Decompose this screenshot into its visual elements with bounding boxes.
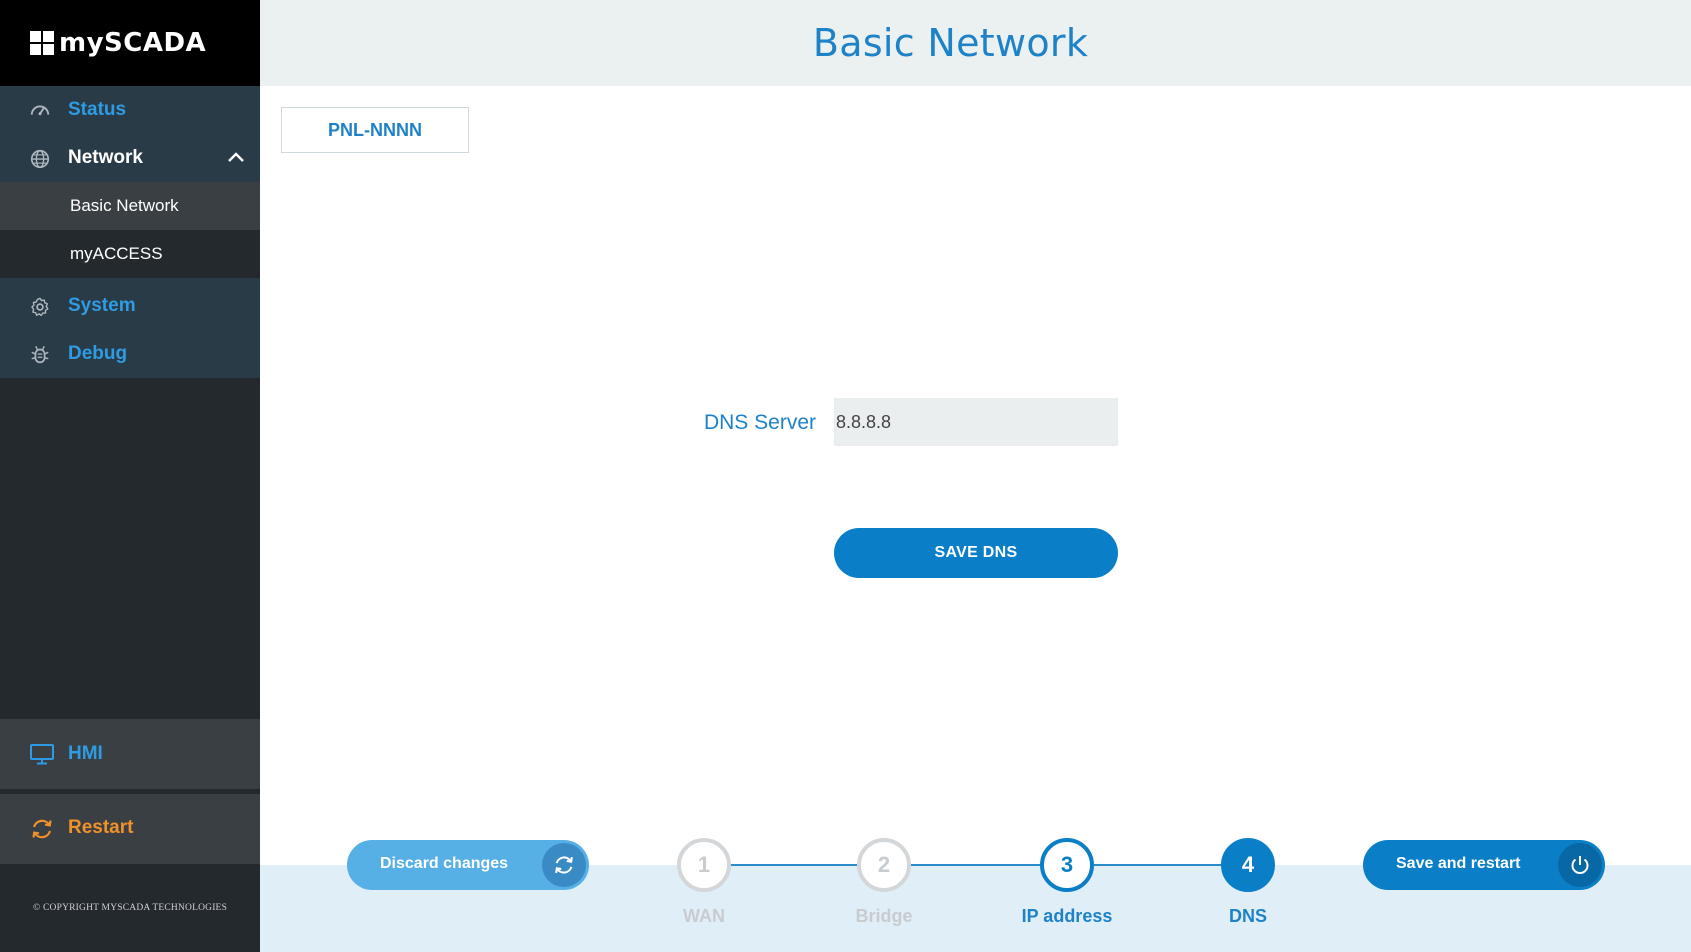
sidebar-item-hmi[interactable]: HMI	[0, 719, 260, 789]
page-header: Basic Network	[260, 0, 1691, 86]
sidebar-item-label: Debug	[68, 343, 128, 364]
bug-icon	[31, 346, 49, 364]
sidebar-restart-label: Restart	[68, 817, 134, 838]
device-tab[interactable]: PNL-NNNN	[281, 107, 469, 153]
sidebar-item-label: Status	[68, 99, 127, 120]
speedometer-icon	[30, 105, 50, 116]
step-label-ip-address: IP address	[1021, 906, 1113, 926]
refresh-icon	[555, 856, 573, 874]
step-2-bridge[interactable]: 2	[857, 838, 911, 892]
sidebar: mySCADA Status Network Basic Network myA…	[0, 0, 260, 952]
chevron-up-icon[interactable]	[226, 147, 246, 167]
step-connector	[731, 864, 858, 866]
dns-server-label: DNS Server	[703, 411, 816, 434]
step-3-ip-address[interactable]: 3	[1040, 838, 1094, 892]
sidebar-item-network[interactable]: Network	[0, 134, 260, 182]
save-and-restart-label: Save and restart	[1396, 855, 1521, 872]
sidebar-item-label: Network	[68, 147, 143, 168]
step-4-dns[interactable]: 4	[1221, 838, 1275, 892]
sidebar-item-restart[interactable]: Restart	[0, 794, 260, 864]
power-icon	[1571, 856, 1589, 874]
page-title: Basic Network	[812, 21, 1089, 65]
discard-changes-button[interactable]: Discard changes	[347, 840, 589, 890]
step-connector	[1094, 864, 1225, 866]
refresh-icon	[32, 819, 52, 839]
sidebar-subitem-basic-network[interactable]: Basic Network	[0, 182, 260, 230]
step-1-wan[interactable]: 1	[677, 838, 731, 892]
save-and-restart-button[interactable]: Save and restart	[1363, 840, 1605, 890]
step-label-wan: WAN	[683, 906, 725, 926]
dns-server-input[interactable]	[834, 398, 1118, 446]
step-connector	[911, 864, 1041, 866]
monitor-icon	[30, 744, 54, 765]
sidebar-item-label: System	[68, 295, 136, 316]
sidebar-subitem-myaccess[interactable]: myACCESS	[0, 230, 260, 278]
sidebar-nav: Status Network Basic Network myACCESS Sy…	[0, 86, 260, 378]
save-dns-button[interactable]: SAVE DNS	[834, 528, 1118, 578]
logo-mark-icon	[30, 31, 54, 55]
step-label-bridge: Bridge	[855, 906, 913, 926]
sidebar-item-debug[interactable]: Debug	[0, 330, 260, 378]
sidebar-hmi-label: HMI	[68, 743, 103, 764]
gear-icon	[31, 297, 49, 317]
step-label-dns: DNS	[1228, 906, 1267, 926]
power-icon-circle	[1558, 843, 1602, 887]
discard-icon-circle	[542, 843, 586, 887]
sidebar-subitem-label: Basic Network	[70, 196, 179, 215]
sidebar-item-system[interactable]: System	[0, 282, 260, 330]
sidebar-item-status[interactable]: Status	[0, 86, 260, 134]
globe-icon	[30, 149, 50, 169]
copyright-text: © COPYRIGHT MYSCADA TECHNOLOGIES	[33, 903, 228, 913]
brand-name: mySCADA	[59, 28, 207, 58]
brand-logo[interactable]: mySCADA	[0, 0, 260, 86]
discard-changes-label: Discard changes	[380, 855, 509, 872]
sidebar-subitem-label: myACCESS	[70, 244, 163, 263]
